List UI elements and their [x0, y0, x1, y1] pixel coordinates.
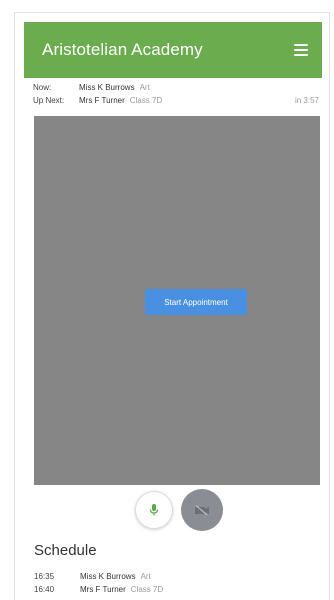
schedule-name: Miss K Burrows [80, 572, 136, 581]
up-next-name: Mrs F Turner [79, 96, 125, 105]
call-controls [15, 487, 329, 531]
up-next-detail: Class 7D [129, 96, 163, 105]
schedule-time: 16:35 [34, 572, 55, 581]
app-title: Aristotelian Academy [42, 40, 203, 59]
schedule-item: 16:40 Mrs F Turner Class 7D [34, 585, 163, 598]
camera-off-icon[interactable] [181, 489, 223, 531]
up-next-label: Up Next: [33, 96, 65, 105]
microphone-glyph [149, 504, 159, 516]
appointment-status: Now: Miss K Burrows Art Up Next: Mrs F T… [33, 83, 319, 109]
schedule-time: 16:40 [34, 585, 55, 594]
camera-off-glyph [195, 505, 209, 516]
microphone-icon[interactable] [135, 491, 173, 529]
schedule-heading: Schedule [34, 542, 97, 559]
schedule-name: Mrs F Turner [80, 585, 126, 594]
schedule-detail: Class 7D [130, 585, 164, 594]
hamburger-menu-icon[interactable] [294, 44, 308, 56]
schedule-detail: Art [140, 572, 151, 581]
schedule-item: 16:35 Miss K Burrows Art [34, 572, 163, 585]
schedule-list: 16:35 Miss K Burrows Art 16:40 Mrs F Tur… [34, 572, 163, 598]
now-row: Now: Miss K Burrows Art [33, 83, 319, 96]
app-header: Aristotelian Academy [24, 22, 322, 78]
video-area: Start Appointment [34, 116, 320, 485]
app-frame: Aristotelian Academy Now: Miss K Burrows… [14, 12, 330, 600]
now-name: Miss K Burrows [79, 83, 135, 92]
start-appointment-button[interactable]: Start Appointment [145, 289, 247, 315]
countdown: in 3:57 [294, 96, 319, 105]
now-label: Now: [33, 83, 52, 92]
up-next-row: Up Next: Mrs F Turner Class 7D in 3:57 [33, 96, 319, 109]
now-detail: Art [139, 83, 150, 92]
